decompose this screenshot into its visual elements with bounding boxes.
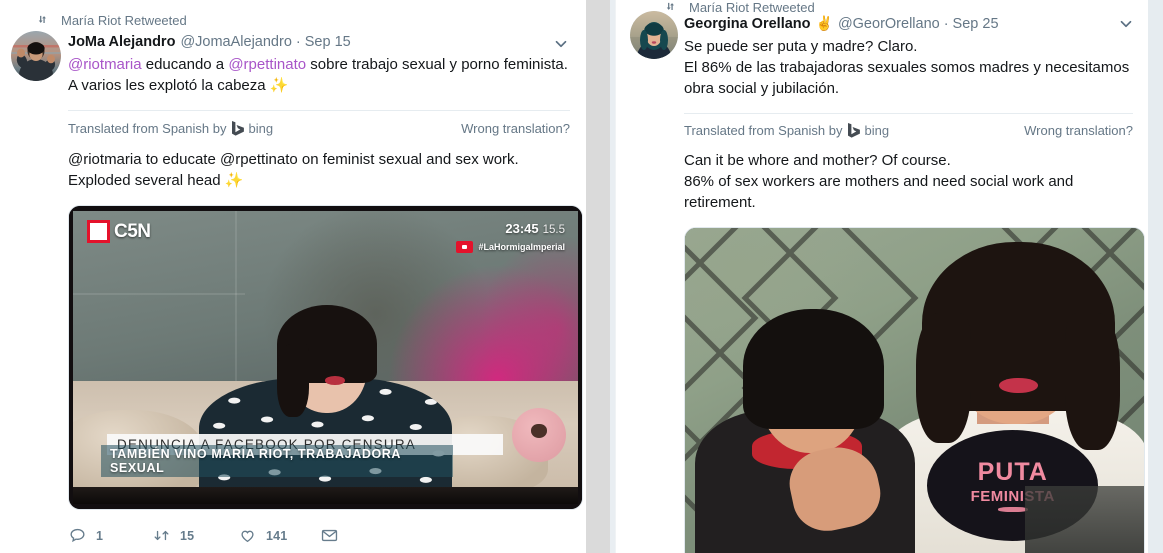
tweet-text-segment: educando a xyxy=(141,56,229,73)
tweet-body: JoMa Alejandro @JomaAlejandro · Sep 15 @… xyxy=(68,0,586,545)
avatar[interactable] xyxy=(11,31,61,81)
retweet-icon xyxy=(36,14,51,28)
tweet-author-row: Georgina Orellano ✌ @GeorOrellano · Sep … xyxy=(684,14,1133,34)
translation-attribution-row: Translated from Spanish by bing Wrong tr… xyxy=(684,122,1133,138)
tweet-caret-button[interactable] xyxy=(1117,15,1135,33)
author-handle[interactable]: @JomaAlejandro xyxy=(180,32,291,52)
translated-from-label: Translated from Spanish by xyxy=(68,120,227,136)
retweet-icon xyxy=(152,526,171,545)
envelope-icon xyxy=(320,526,339,545)
broadcast-hashtag-group: #LaHormigaImperial xyxy=(456,241,565,253)
clock-value: 23:45 xyxy=(505,221,539,236)
sparkles-emoji: ✨ xyxy=(224,172,244,189)
translated-line: 86% of sex workers are mothers and need … xyxy=(684,173,1074,211)
translated-tweet-text: @riotmaria to educate @rpettinato on fem… xyxy=(68,149,568,191)
tweet-text-line: El 86% de las trabajadoras sexuales somo… xyxy=(684,59,1130,97)
child-figure xyxy=(694,296,923,553)
tweet-media-tv-broadcast[interactable]: C5N 23:4515.5 #LaHormigaImperial DENUNCI… xyxy=(68,205,583,510)
sparkles-emoji: ✨ xyxy=(269,77,289,94)
tweet-text-line: Se puede ser puta y madre? Claro. xyxy=(684,38,918,55)
victory-hand-emoji: ✌ xyxy=(815,15,833,31)
temperature-value: 15.5 xyxy=(542,224,565,236)
author-handle[interactable]: @GeorOrellano xyxy=(838,14,940,34)
c5n-square-icon xyxy=(87,220,110,243)
mention-riotmaria[interactable]: @riotmaria xyxy=(68,56,142,73)
author-display-name[interactable]: JoMa Alejandro xyxy=(68,32,175,52)
retweet-icon xyxy=(664,1,679,15)
tweet-body: Georgina Orellano ✌ @GeorOrellano · Sep … xyxy=(684,0,1149,553)
twitter-two-column-screenshot: María Riot Retweeted JoMa Alejandro @Jom… xyxy=(0,0,1163,553)
tv-broadcast-photo: C5N 23:4515.5 #LaHormigaImperial DENUNCI… xyxy=(69,206,582,509)
author-display-name[interactable]: Georgina Orellano xyxy=(684,14,811,34)
tweet-action-bar: 1 15 141 xyxy=(68,526,353,545)
wrong-translation-link[interactable]: Wrong translation? xyxy=(1024,123,1133,138)
reply-count: 1 xyxy=(96,528,104,543)
tweet-media-photo[interactable]: PUTA FEMINISTA xyxy=(684,227,1145,553)
retweet-button[interactable]: 15 xyxy=(152,526,238,545)
right-tweet-column: María Riot Retweeted Georgina Orellano ✌… xyxy=(615,0,1149,553)
mention-rpettinato[interactable]: @rpettinato xyxy=(228,56,306,73)
translated-segment: to educate xyxy=(141,151,220,168)
mention-rpettinato-translated[interactable]: @rpettinato xyxy=(220,151,298,168)
lower-third-secondary: TAMBIÉN VINO MARIA RIOT, TRABAJADORA SEX… xyxy=(101,445,453,477)
tweet-joma-alejandro[interactable]: María Riot Retweeted JoMa Alejandro @Jom… xyxy=(0,0,586,545)
left-tweet-column: María Riot Retweeted JoMa Alejandro @Jom… xyxy=(0,0,586,553)
bing-label: bing xyxy=(864,122,890,138)
translation-attribution-row: Translated from Spanish by bing Wrong tr… xyxy=(68,120,570,136)
heart-icon xyxy=(238,526,257,545)
broadcast-clock: 23:45 15.5 xyxy=(505,221,565,236)
tweet-caret-button[interactable] xyxy=(552,35,570,53)
channel-logo: C5N xyxy=(87,220,151,243)
background-rail xyxy=(1024,485,1144,553)
like-count: 141 xyxy=(266,528,288,543)
reply-icon xyxy=(68,526,87,545)
share-button[interactable] xyxy=(320,526,339,545)
mother-and-child-photo: PUTA FEMINISTA xyxy=(685,228,1144,553)
shirt-text-primary: PUTA xyxy=(977,457,1048,486)
translated-line: Can it be whore and mother? Of course. xyxy=(684,152,951,169)
broadcast-hashtag: #LaHormigaImperial xyxy=(478,242,565,252)
joma-alejandro-avatar-image xyxy=(11,31,61,81)
tv-bug-graphic xyxy=(512,408,566,462)
meta-separator: · xyxy=(943,16,949,32)
bing-logo-icon xyxy=(231,120,245,136)
tweet-text: Se puede ser puta y madre? Claro. El 86%… xyxy=(684,36,1133,99)
tweet-georgina-orellano[interactable]: María Riot Retweeted Georgina Orellano ✌… xyxy=(616,0,1149,553)
translation-provider-group: Translated from Spanish by bing xyxy=(684,122,889,138)
meta-separator: · xyxy=(295,34,301,50)
channel-logo-text: C5N xyxy=(114,220,151,242)
tweet-text: @riotmaria educando a @rpettinato sobre … xyxy=(68,54,568,96)
translation-divider xyxy=(684,113,1133,114)
georgina-orellano-avatar-image xyxy=(630,11,678,59)
wrong-translation-link[interactable]: Wrong translation? xyxy=(461,121,570,136)
bing-logo-icon xyxy=(847,122,861,138)
tweet-timestamp[interactable]: Sep 15 xyxy=(305,32,351,52)
like-button[interactable]: 141 xyxy=(238,526,320,545)
tweet-timestamp[interactable]: Sep 25 xyxy=(953,14,999,34)
translation-provider-group: Translated from Spanish by bing xyxy=(68,120,273,136)
translation-divider xyxy=(68,110,570,111)
retweet-count: 15 xyxy=(180,528,195,543)
mention-riotmaria-translated[interactable]: @riotmaria xyxy=(68,151,142,168)
reply-button[interactable]: 1 xyxy=(68,526,152,545)
translated-tweet-text: Can it be whore and mother? Of course. 8… xyxy=(684,150,1133,213)
tweet-author-row: JoMa Alejandro @JomaAlejandro · Sep 15 xyxy=(68,32,570,52)
bing-label: bing xyxy=(248,120,274,136)
avatar[interactable] xyxy=(630,11,678,59)
right-page-margin xyxy=(1148,0,1163,553)
translated-from-label: Translated from Spanish by xyxy=(684,122,843,138)
record-icon xyxy=(456,241,474,253)
